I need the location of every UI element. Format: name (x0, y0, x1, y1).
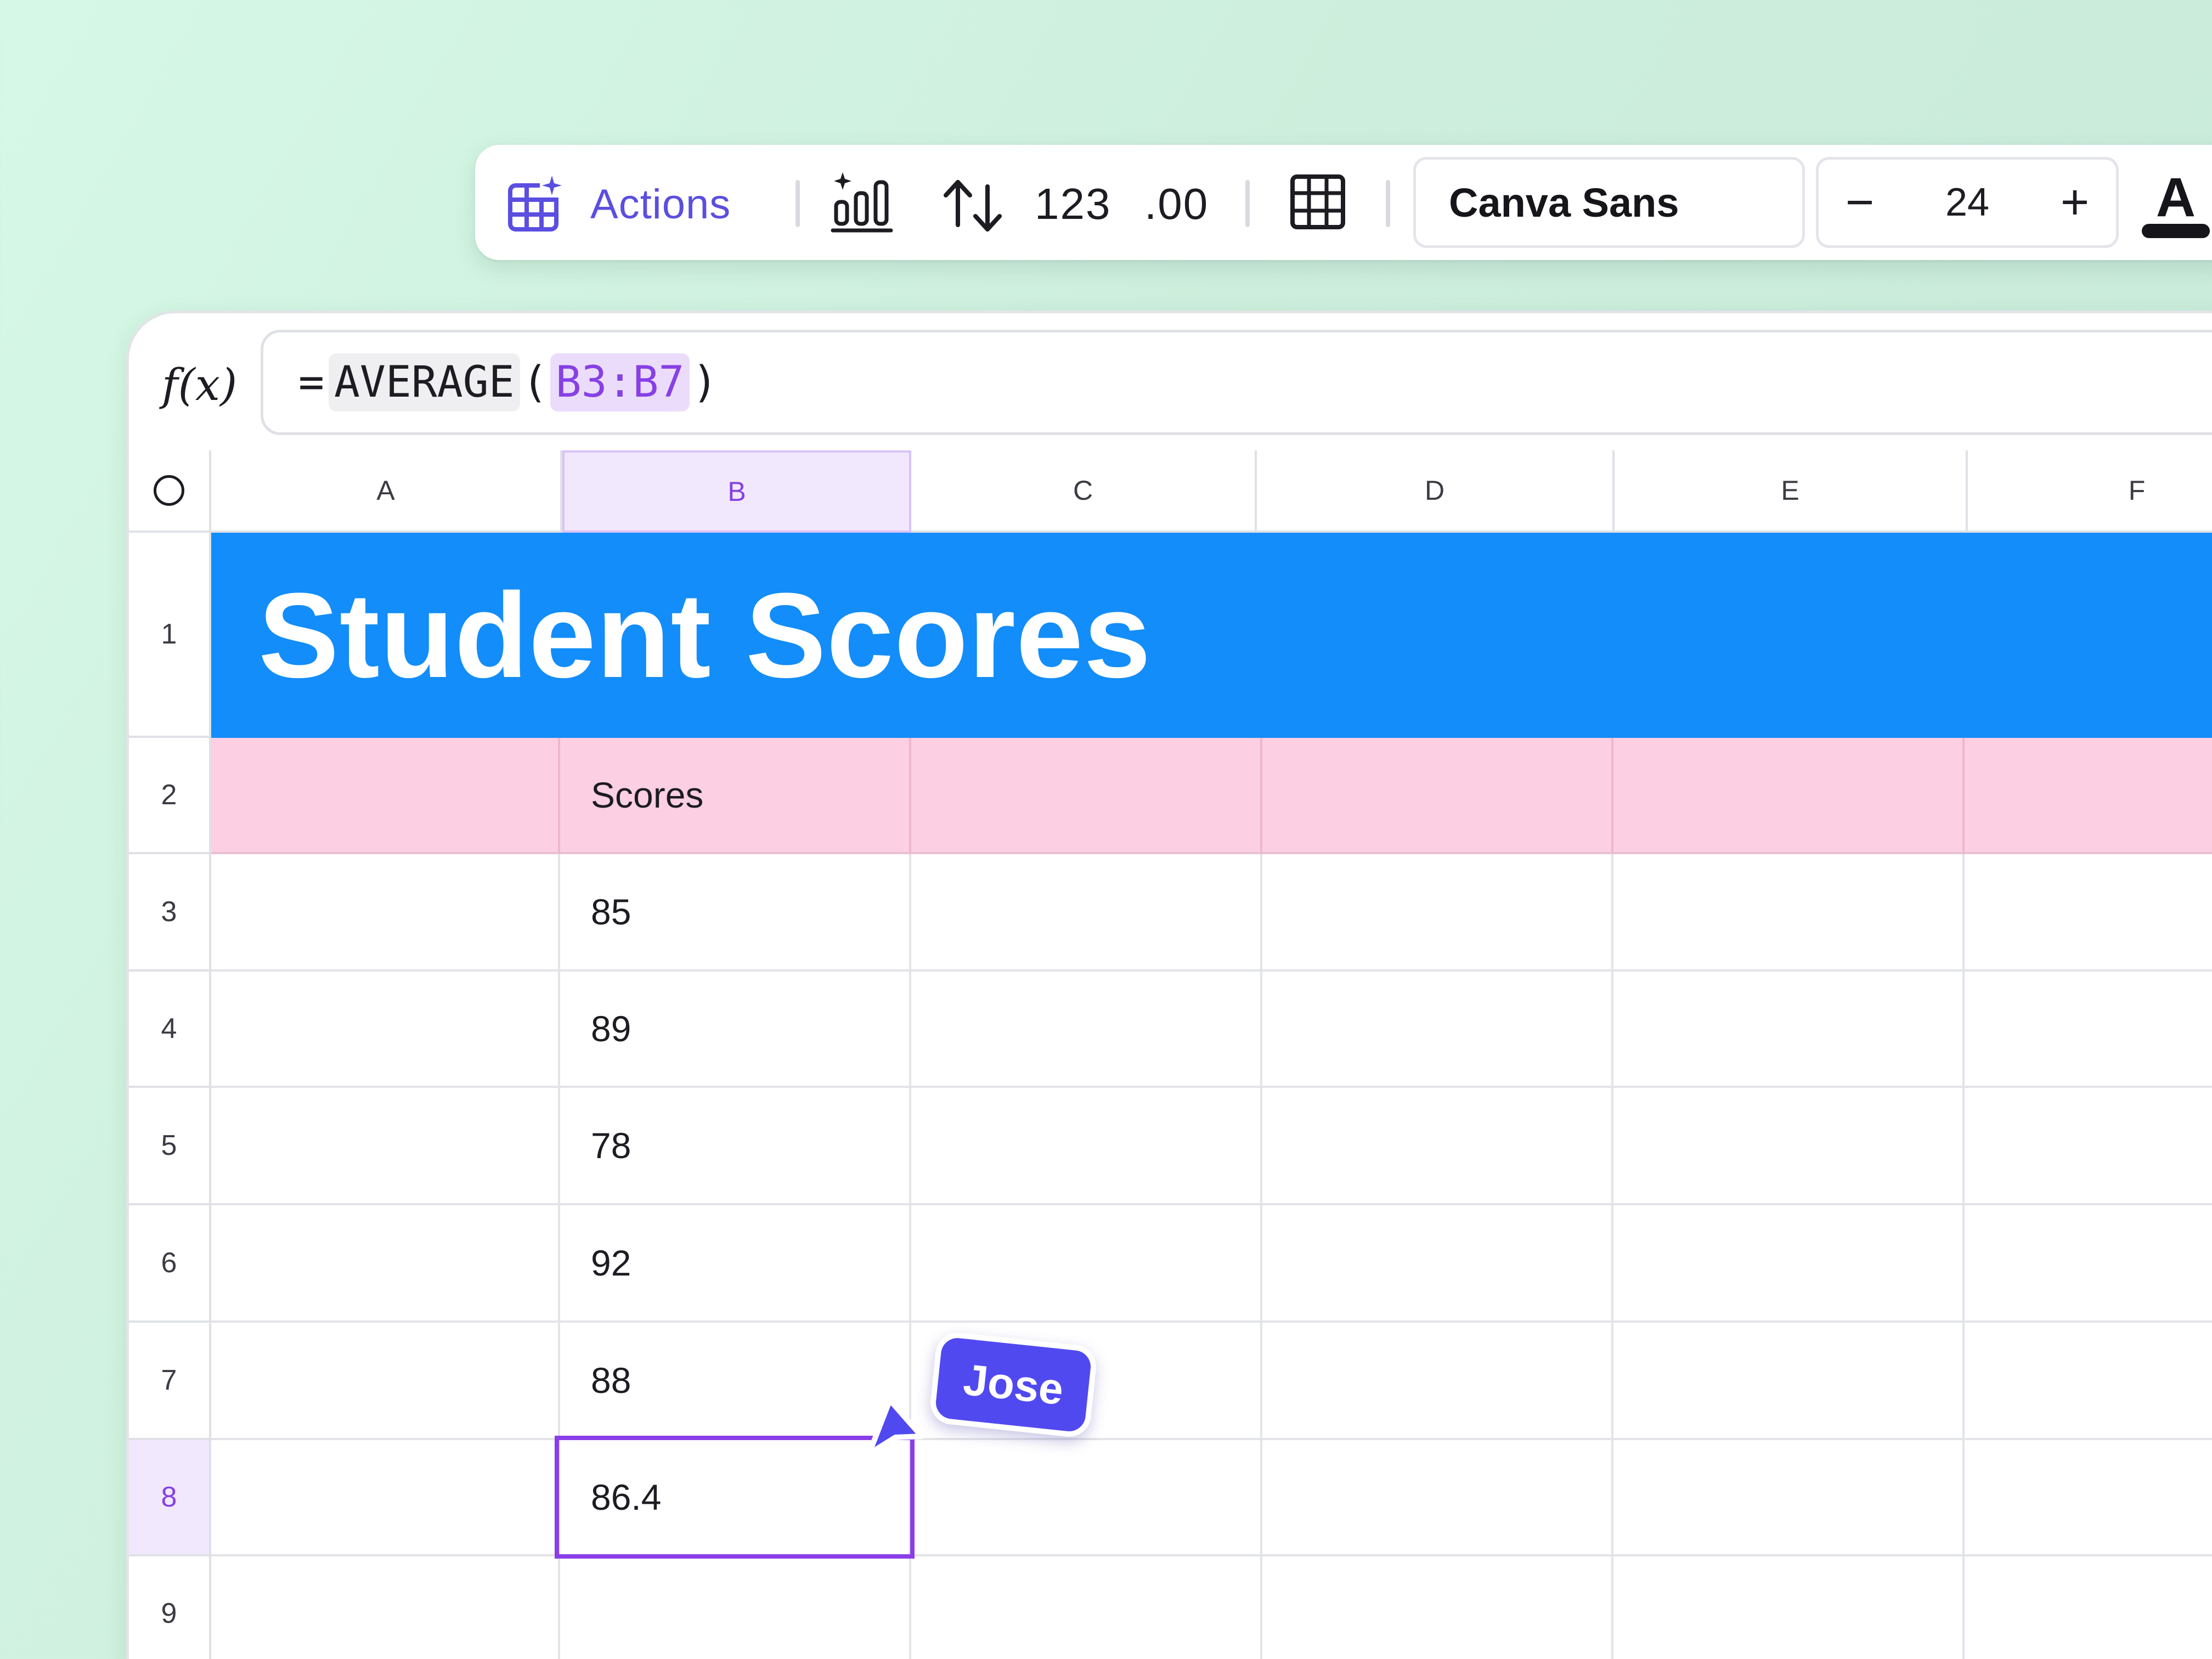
cell-e8[interactable] (1613, 1440, 1965, 1556)
cell-a4[interactable] (211, 972, 560, 1088)
cell-f9[interactable] (1965, 1556, 2212, 1659)
cell-a6[interactable] (211, 1205, 560, 1323)
cell-a9[interactable] (211, 1556, 560, 1659)
cell-c5[interactable] (911, 1088, 1262, 1205)
sort-icon[interactable] (941, 174, 1005, 235)
cell-c8[interactable] (911, 1440, 1262, 1556)
cell-b4[interactable]: 89 (560, 972, 911, 1088)
actions-button[interactable]: Actions (590, 178, 731, 230)
cell-d8[interactable] (1262, 1440, 1613, 1556)
collaborator-cursor-icon (866, 1397, 924, 1457)
column-header-d[interactable]: D (1257, 450, 1615, 533)
cell-f5[interactable] (1965, 1088, 2212, 1205)
cell-a5[interactable] (211, 1088, 560, 1205)
cell-d2[interactable] (1262, 738, 1613, 854)
formula-open-paren: ( (522, 358, 548, 407)
cell-d7[interactable] (1262, 1323, 1613, 1440)
cell-c3[interactable] (911, 854, 1262, 972)
cell-e6[interactable] (1613, 1205, 1965, 1323)
cell-f8[interactable] (1965, 1440, 2212, 1556)
cell-c6[interactable] (911, 1205, 1262, 1323)
font-size-stepper: − 24 + (1816, 157, 2119, 248)
cell-d6[interactable] (1262, 1205, 1613, 1323)
insert-chart-icon[interactable] (831, 170, 893, 235)
cell-b2-header[interactable]: Scores (560, 738, 911, 854)
column-header-b[interactable]: B (562, 450, 911, 533)
borders-grid-icon[interactable] (1289, 173, 1346, 230)
text-color-button[interactable]: A (2137, 167, 2212, 244)
column-header-f[interactable]: F (1968, 450, 2212, 533)
decimal-format-button[interactable]: .00 (1144, 178, 1209, 230)
row-header-1[interactable]: 1 (129, 533, 211, 738)
text-color-letter: A (2155, 167, 2196, 228)
row-header-8[interactable]: 8 (129, 1440, 211, 1556)
row-header-5[interactable]: 5 (129, 1088, 211, 1205)
row-header-7[interactable]: 7 (129, 1323, 211, 1440)
cell-e9[interactable] (1613, 1556, 1965, 1659)
toolbar-divider (795, 180, 800, 227)
text-color-swatch (2142, 224, 2210, 238)
row-header-6[interactable]: 6 (129, 1205, 211, 1323)
cell-e4[interactable] (1613, 972, 1965, 1088)
cell-c9[interactable] (911, 1556, 1262, 1659)
formula-bar: f(x) = AVERAGE ( B3:B7 ) (129, 313, 2212, 450)
toolbar-divider (1245, 180, 1250, 227)
cell-a3[interactable] (211, 854, 560, 972)
cell-a2[interactable] (211, 738, 560, 854)
cell-f4[interactable] (1965, 972, 2212, 1088)
select-all-button[interactable] (129, 450, 211, 533)
column-header-e[interactable]: E (1615, 450, 1968, 533)
row-header-3[interactable]: 3 (129, 854, 211, 972)
cell-f7[interactable] (1965, 1323, 2212, 1440)
cell-c2[interactable] (911, 738, 1262, 854)
cell-a7[interactable] (211, 1323, 560, 1440)
cell-b5[interactable]: 78 (560, 1088, 911, 1205)
cell-d5[interactable] (1262, 1088, 1613, 1205)
cell-f6[interactable] (1965, 1205, 2212, 1323)
row-header-9[interactable]: 9 (129, 1556, 211, 1659)
formatting-toolbar: Actions 123 .00 Canva Sans − 24 + A (475, 145, 2212, 260)
cell-b6[interactable]: 92 (560, 1205, 911, 1323)
decrease-font-size-button[interactable]: − (1819, 160, 1901, 245)
row-header-2[interactable]: 2 (129, 738, 211, 854)
formula-equals: = (298, 358, 324, 407)
formula-input[interactable]: = AVERAGE ( B3:B7 ) (261, 330, 2212, 435)
cell-e7[interactable] (1613, 1323, 1965, 1440)
row-header-4[interactable]: 4 (129, 972, 211, 1088)
font-family-select[interactable]: Canva Sans (1413, 157, 1805, 248)
cell-d3[interactable] (1262, 854, 1613, 972)
select-all-circle-icon (154, 475, 184, 506)
formula-function-name: AVERAGE (328, 353, 520, 411)
cell-a8[interactable] (211, 1440, 560, 1556)
toolbar-divider (1386, 180, 1390, 227)
magic-table-icon[interactable] (507, 173, 567, 234)
cell-b7[interactable]: 88 (560, 1323, 911, 1440)
increase-font-size-button[interactable]: + (2034, 160, 2116, 245)
cell-e3[interactable] (1613, 854, 1965, 972)
cell-e5[interactable] (1613, 1088, 1965, 1205)
cell-f2[interactable] (1965, 738, 2212, 854)
spreadsheet-panel: f(x) = AVERAGE ( B3:B7 ) A B C D E F 1 2… (126, 311, 2212, 1659)
cell-d9[interactable] (1262, 1556, 1613, 1659)
collaborator-name-tag: Jose (928, 1330, 1099, 1439)
sheet-title-cell[interactable]: Student Scores (211, 533, 2212, 738)
cell-b8-average-result[interactable]: 86.4 (560, 1440, 911, 1556)
function-icon: f(x) (162, 359, 238, 410)
cell-f3[interactable] (1965, 854, 2212, 972)
column-header-a[interactable]: A (211, 450, 562, 533)
font-size-value[interactable]: 24 (1901, 160, 2034, 245)
cell-d4[interactable] (1262, 972, 1613, 1088)
column-header-c[interactable]: C (911, 450, 1257, 533)
cell-e2[interactable] (1613, 738, 1965, 854)
formula-close-paren: ) (692, 358, 718, 407)
number-format-button[interactable]: 123 (1035, 178, 1111, 230)
cell-b9[interactable] (560, 1556, 911, 1659)
cell-b3[interactable]: 85 (560, 854, 911, 972)
formula-range-reference: B3:B7 (550, 353, 690, 411)
cell-c4[interactable] (911, 972, 1262, 1088)
